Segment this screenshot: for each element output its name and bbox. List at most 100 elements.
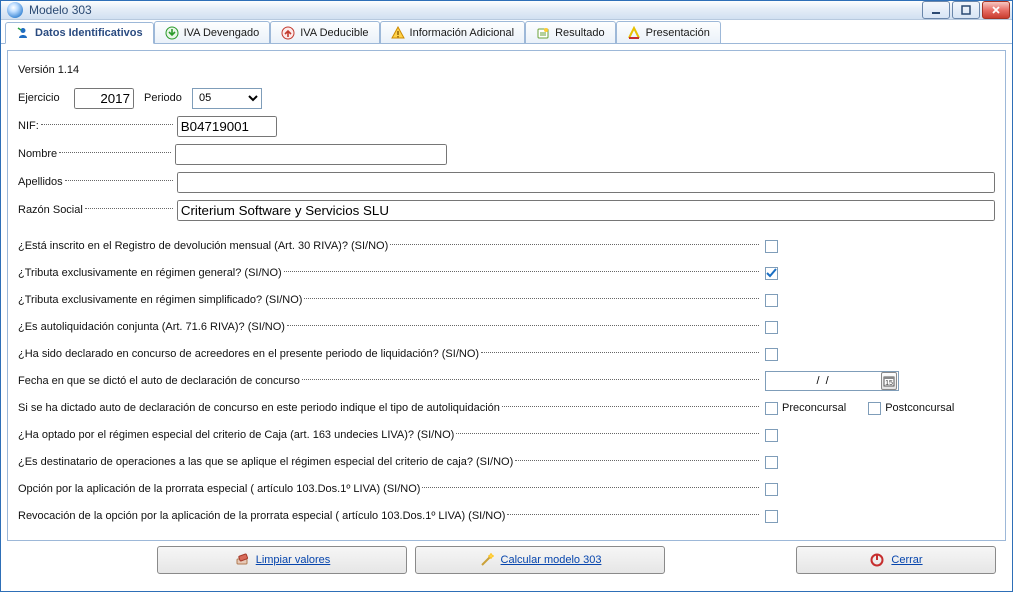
content-area: Versión 1.14 Ejercicio Periodo 05 NIF: N… (1, 44, 1012, 591)
periodo-select[interactable]: 05 (192, 88, 262, 109)
q-row-regimen-simplificado: ¿Tributa exclusivamente en régimen simpl… (18, 289, 995, 311)
tipo-autoliq-row: Si se ha dictado auto de declaración de … (18, 397, 995, 419)
form-panel: Versión 1.14 Ejercicio Periodo 05 NIF: N… (7, 50, 1006, 541)
calcular-button[interactable]: Calcular modelo 303 (415, 546, 665, 574)
tab-presentacion[interactable]: Presentación (616, 21, 721, 43)
tab-label: Presentación (646, 27, 710, 39)
postconcursal-checkbox[interactable] (868, 402, 881, 415)
titlebar: Modelo 303 (1, 1, 1012, 20)
q-checkbox[interactable] (765, 510, 778, 523)
limpiar-label: Limpiar valores (256, 554, 331, 566)
nombre-row: Nombre (18, 143, 995, 165)
ejercicio-label: Ejercicio (18, 92, 74, 104)
tab-resultado[interactable]: Resultado (525, 21, 616, 43)
q-text: Revocación de la opción por la aplicació… (18, 510, 505, 522)
nombre-input[interactable] (175, 144, 447, 165)
close-button[interactable] (982, 1, 1010, 19)
ejercicio-input[interactable] (74, 88, 134, 109)
q-checkbox[interactable] (765, 240, 778, 253)
q-row-autoliq-conjunta: ¿Es autoliquidación conjunta (Art. 71.6 … (18, 316, 995, 338)
nif-row: NIF: (18, 115, 995, 137)
nombre-label: Nombre (18, 148, 57, 160)
tab-bar: Datos Identificativos IVA Devengado IVA … (1, 20, 1012, 44)
person-icon (16, 26, 30, 40)
q-text: ¿Tributa exclusivamente en régimen simpl… (18, 294, 302, 306)
app-window: Modelo 303 Datos Identificativos (0, 0, 1013, 592)
q-checkbox[interactable] (765, 267, 778, 280)
q-text: ¿Ha optado por el régimen especial del c… (18, 429, 454, 441)
preconcursal-checkbox[interactable] (765, 402, 778, 415)
q-row-regimen-general: ¿Tributa exclusivamente en régimen gener… (18, 262, 995, 284)
q-checkbox[interactable] (765, 429, 778, 442)
q-text: Opción por la aplicación de la prorrata … (18, 483, 420, 495)
q-text: ¿Ha sido declarado en concurso de acreed… (18, 348, 479, 360)
fecha-concurso-row: Fecha en que se dictó el auto de declara… (18, 370, 995, 392)
q-row-criterio-caja: ¿Ha optado por el régimen especial del c… (18, 424, 995, 446)
close-icon (991, 5, 1001, 15)
svg-text:15: 15 (885, 380, 893, 387)
tab-informacion-adicional[interactable]: Información Adicional (380, 21, 526, 43)
limpiar-button[interactable]: Limpiar valores (157, 546, 407, 574)
apellidos-label: Apellidos (18, 176, 63, 188)
razon-label: Razón Social (18, 204, 83, 216)
tipo-autoliq-label: Si se ha dictado auto de declaración de … (18, 402, 500, 414)
tab-iva-deducible[interactable]: IVA Deducible (270, 21, 379, 43)
result-icon (536, 26, 550, 40)
tab-label: Resultado (555, 27, 605, 39)
q-checkbox[interactable] (765, 348, 778, 361)
minimize-button[interactable] (922, 1, 950, 19)
tab-label: IVA Deducible (300, 27, 368, 39)
arrow-down-green-icon (165, 26, 179, 40)
cerrar-button[interactable]: Cerrar (796, 546, 996, 574)
calendar-icon: 15 (883, 375, 895, 387)
apellidos-row: Apellidos (18, 171, 995, 193)
power-icon (869, 552, 885, 568)
razon-input[interactable] (177, 200, 995, 221)
ejercicio-row: Ejercicio Periodo 05 (18, 87, 995, 109)
arrow-up-red-icon (281, 26, 295, 40)
calendar-button[interactable]: 15 (881, 372, 897, 390)
eraser-icon (234, 552, 250, 568)
window-title: Modelo 303 (29, 3, 92, 17)
maximize-icon (961, 5, 971, 15)
maximize-button[interactable] (952, 1, 980, 19)
aeat-icon (627, 26, 641, 40)
calcular-label: Calcular modelo 303 (501, 554, 602, 566)
tab-label: IVA Devengado (184, 27, 260, 39)
preconcursal-label: Preconcursal (782, 402, 846, 414)
warning-icon (391, 26, 405, 40)
q-checkbox[interactable] (765, 294, 778, 307)
nif-label: NIF: (18, 120, 39, 132)
version-label: Versión 1.14 (18, 64, 79, 76)
cerrar-label: Cerrar (891, 554, 922, 566)
q-text: ¿Tributa exclusivamente en régimen gener… (18, 267, 282, 279)
q-row-prorrata-opcion: Opción por la aplicación de la prorrata … (18, 478, 995, 500)
tab-datos-identificativos[interactable]: Datos Identificativos (5, 22, 154, 44)
q-row-prorrata-revocacion: Revocación de la opción por la aplicació… (18, 505, 995, 527)
q-checkbox[interactable] (765, 456, 778, 469)
footer-bar: Limpiar valores Calcular modelo 303 Cerr… (7, 541, 1006, 585)
q-row-concurso-acreedores: ¿Ha sido declarado en concurso de acreed… (18, 343, 995, 365)
apellidos-input[interactable] (177, 172, 995, 193)
version-row: Versión 1.14 (18, 59, 995, 81)
fecha-concurso-label: Fecha en que se dictó el auto de declara… (18, 375, 300, 387)
minimize-icon (931, 5, 941, 15)
postconcursal-label: Postconcursal (885, 402, 954, 414)
q-text: ¿Está inscrito en el Registro de devoluc… (18, 240, 388, 252)
fecha-concurso-input[interactable] (766, 372, 879, 390)
q-checkbox[interactable] (765, 483, 778, 496)
fecha-concurso-field: 15 (765, 371, 899, 391)
razon-row: Razón Social (18, 199, 995, 221)
q-row-destinatario-caja: ¿Es destinatario de operaciones a las qu… (18, 451, 995, 473)
tab-iva-devengado[interactable]: IVA Devengado (154, 21, 271, 43)
tab-label: Datos Identificativos (35, 27, 143, 39)
app-icon (7, 2, 23, 18)
q-checkbox[interactable] (765, 321, 778, 334)
q-text: ¿Es destinatario de operaciones a las qu… (18, 456, 513, 468)
q-row-registro-devolucion: ¿Está inscrito en el Registro de devoluc… (18, 235, 995, 257)
wand-icon (479, 552, 495, 568)
nif-input[interactable] (177, 116, 277, 137)
periodo-label: Periodo (144, 92, 192, 104)
q-text: ¿Es autoliquidación conjunta (Art. 71.6 … (18, 321, 285, 333)
window-buttons (922, 1, 1010, 19)
